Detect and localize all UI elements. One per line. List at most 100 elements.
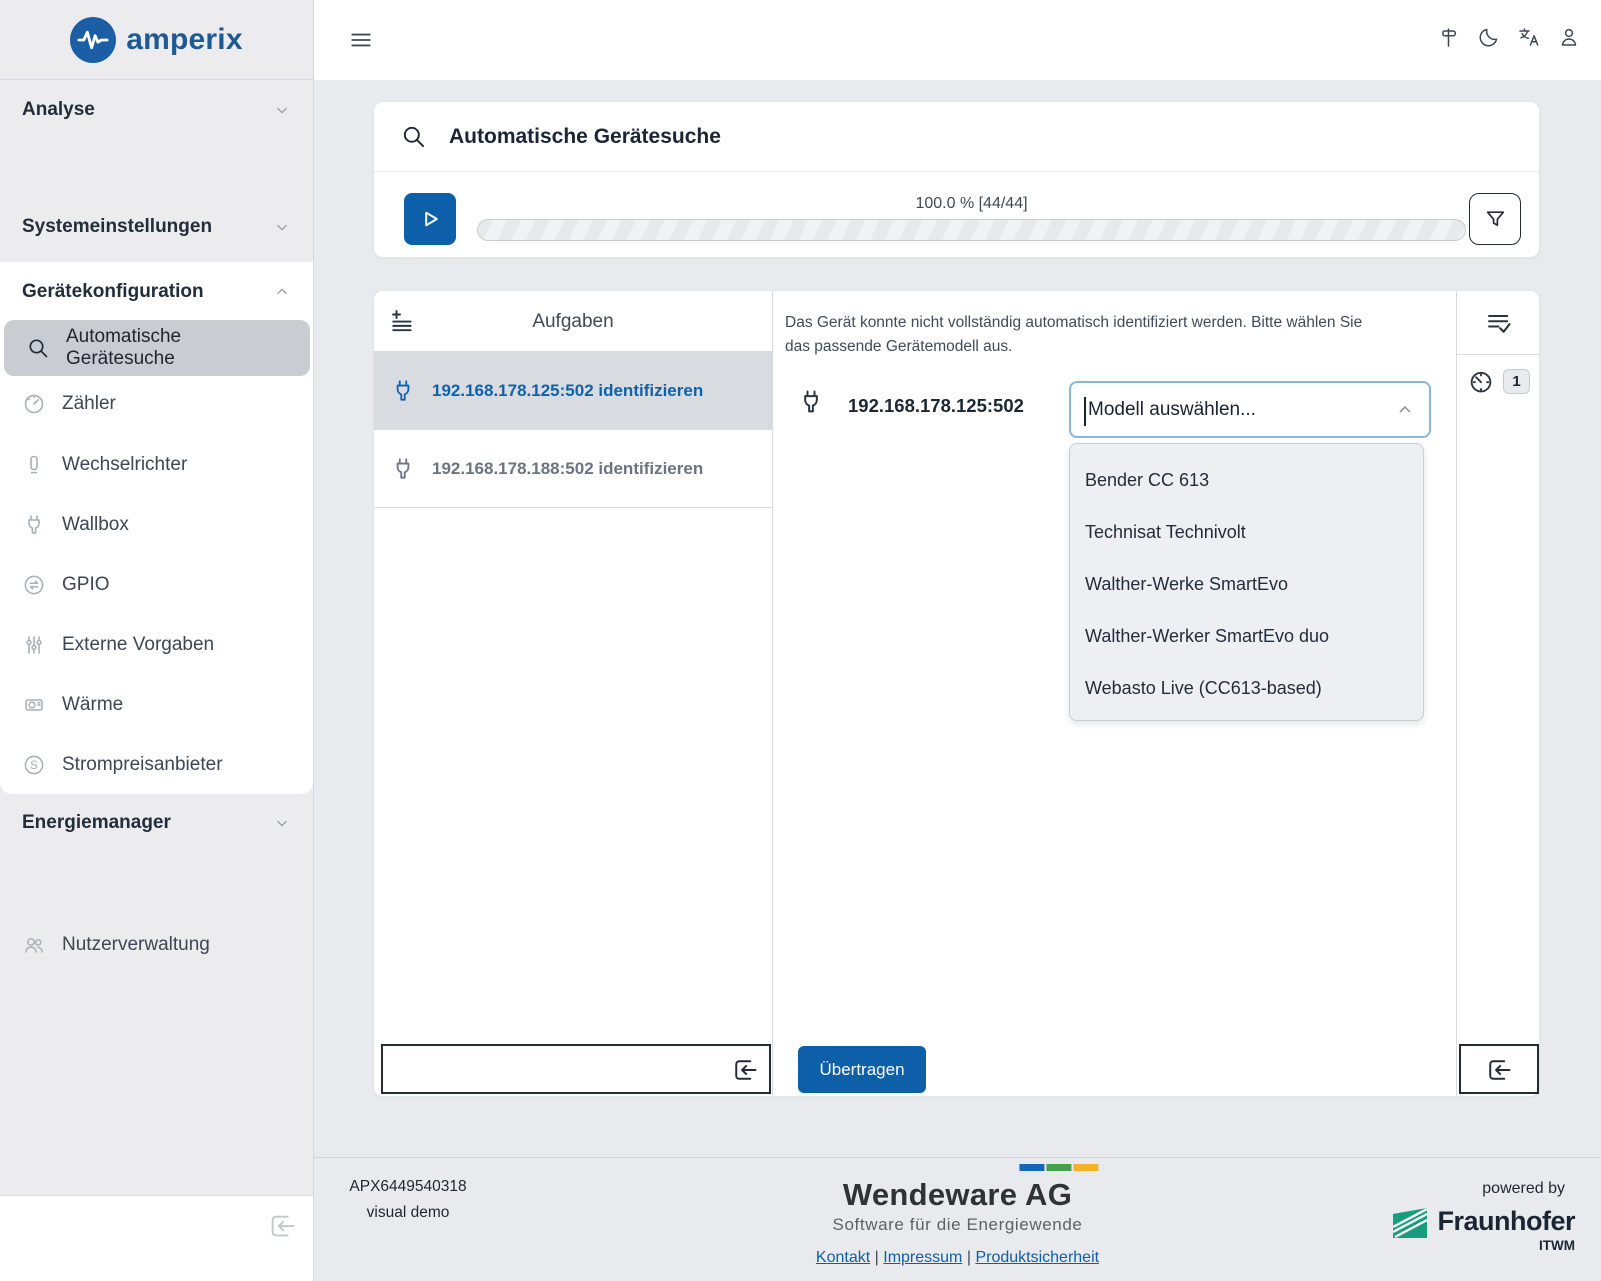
- sidebar-item-waerme[interactable]: Wärme: [0, 677, 313, 733]
- fraunhofer-wordmark: Fraunhofer: [1437, 1206, 1575, 1236]
- powered-by-block: powered by Fraunhofer ITWM: [1393, 1180, 1575, 1253]
- model-option-walther-werke-smartevo[interactable]: Walther-Werke SmartEvo: [1070, 558, 1423, 610]
- sidebar-item-label: Wärme: [62, 694, 123, 716]
- fraunhofer-institute: ITWM: [1437, 1238, 1575, 1253]
- sliders-icon: [22, 633, 46, 657]
- playlist-check-icon: [1485, 309, 1513, 337]
- chevron-up-icon: [273, 283, 291, 301]
- link-separator: |: [967, 1249, 971, 1266]
- sidebar-item-wallbox[interactable]: Wallbox: [0, 497, 313, 553]
- page-footer: APX6449540318 visual demo Wendeware AG S…: [314, 1157, 1601, 1281]
- add-task-icon[interactable]: [390, 308, 416, 334]
- collapse-tasks-panel-button[interactable]: [381, 1044, 771, 1094]
- plug-icon: [22, 513, 46, 537]
- identification-message: Das Gerät konnte nicht vollständig autom…: [785, 311, 1370, 359]
- collapse-sidebar-icon[interactable]: [267, 1211, 297, 1241]
- collapse-right-rail-button[interactable]: [1459, 1044, 1539, 1094]
- hamburger-menu-icon[interactable]: [348, 27, 374, 53]
- sidebar-item-label: Wallbox: [62, 514, 129, 536]
- device-serial-block: APX6449540318 visual demo: [338, 1174, 478, 1227]
- group-label: Analyse: [22, 99, 95, 121]
- inverter-icon: [22, 453, 46, 477]
- app-logo[interactable]: amperix: [0, 0, 313, 80]
- link-separator: |: [875, 1249, 879, 1266]
- dark-mode-moon-icon[interactable]: [1477, 25, 1501, 49]
- chevron-down-icon: [273, 218, 291, 236]
- sidebar-item-nutzerverwaltung[interactable]: Nutzerverwaltung: [0, 917, 313, 973]
- sidebar-group-geraetekonfiguration[interactable]: Gerätekonfiguration: [0, 268, 313, 316]
- model-option-walther-werker-smartevo-duo[interactable]: Walther-Werker SmartEvo duo: [1070, 610, 1423, 662]
- model-options-dropdown: Bender CC 613 Technisat Technivolt Walth…: [1069, 443, 1424, 721]
- logo-bar-green: [1046, 1164, 1071, 1171]
- wendeware-logo-bars: [816, 1164, 1099, 1171]
- translate-icon[interactable]: [1517, 25, 1541, 49]
- model-option-technisat-technivolt[interactable]: Technisat Technivolt: [1070, 506, 1423, 558]
- users-icon: [22, 933, 46, 957]
- sidebar-item-label: Zähler: [62, 393, 116, 415]
- chevron-up-icon: [1395, 400, 1415, 420]
- page-title: Automatische Gerätesuche: [449, 125, 721, 149]
- top-bar: [314, 0, 1601, 80]
- sidebar-item-wechselrichter[interactable]: Wechselrichter: [0, 437, 313, 493]
- sidebar-group-systemeinstellungen[interactable]: Systemeinstellungen: [0, 203, 313, 251]
- task-row-identify-188[interactable]: 192.168.178.188:502 identifizieren: [374, 430, 772, 508]
- group-label: Energiemanager: [22, 812, 171, 834]
- signpost-icon[interactable]: [1437, 25, 1461, 49]
- sidebar-group-analyse[interactable]: Analyse: [0, 86, 313, 134]
- sidebar-item-strompreisanbieter[interactable]: S Strompreisanbieter: [0, 737, 313, 793]
- device-address: 192.168.178.125:502: [848, 395, 1024, 417]
- demo-mode-label: visual demo: [338, 1200, 478, 1226]
- task-row-identify-125[interactable]: 192.168.178.125:502 identifizieren: [374, 352, 772, 430]
- sidebar-item-zaehler[interactable]: Zähler: [0, 376, 313, 432]
- logo-bar-blue: [1019, 1164, 1044, 1171]
- model-option-bender-cc-613[interactable]: Bender CC 613: [1070, 454, 1423, 506]
- chevron-down-icon: [273, 101, 291, 119]
- plug-icon: [390, 378, 416, 404]
- model-option-webasto-live[interactable]: Webasto Live (CC613-based): [1070, 662, 1423, 714]
- device-search-card: Automatische Gerätesuche 100.0 % [44/44]: [373, 101, 1540, 258]
- sidebar-item-label: Automatische Gerätesuche: [66, 326, 288, 370]
- group-label: Systemeinstellungen: [22, 216, 212, 238]
- sidebar-item-label: Strompreisanbieter: [62, 754, 223, 776]
- topbar-actions: [1437, 25, 1581, 49]
- impressum-link[interactable]: Impressum: [883, 1249, 962, 1266]
- plug-icon: [797, 388, 825, 416]
- sidebar-group-energiemanager[interactable]: Energiemanager: [0, 799, 313, 847]
- model-select-placeholder: Modell auswählen...: [1088, 383, 1256, 436]
- pending-tasks-tab[interactable]: 1: [1457, 355, 1540, 407]
- serial-number: APX6449540318: [338, 1174, 478, 1200]
- task-label: 192.168.178.125:502 identifizieren: [432, 381, 703, 401]
- pending-count-badge: 1: [1503, 369, 1530, 394]
- sidebar-footer: [0, 1195, 313, 1281]
- filter-button[interactable]: [1469, 193, 1521, 245]
- task-list-check-tab[interactable]: [1457, 291, 1540, 355]
- fraunhofer-mark-icon: [1393, 1208, 1427, 1238]
- sync-icon: [22, 573, 46, 597]
- svg-text:S: S: [30, 760, 38, 772]
- sidebar-item-gpio[interactable]: GPIO: [0, 557, 313, 613]
- sidebar-item-externe-vorgaben[interactable]: Externe Vorgaben: [0, 617, 313, 673]
- wendeware-brand-block: Wendeware AG Software für die Energiewen…: [816, 1164, 1099, 1267]
- sidebar-item-label: Externe Vorgaben: [62, 634, 214, 656]
- model-select-combobox[interactable]: Modell auswählen...: [1069, 381, 1431, 438]
- search-icon: [26, 336, 50, 360]
- tasks-panel: Aufgaben 192.168.178.125:502 identifizie…: [374, 291, 773, 1096]
- user-account-icon[interactable]: [1557, 25, 1581, 49]
- start-scan-button[interactable]: [404, 193, 456, 245]
- kontakt-link[interactable]: Kontakt: [816, 1249, 870, 1266]
- sidebar-item-automatische-geraetesuche[interactable]: Automatische Gerätesuche: [4, 320, 310, 376]
- task-workspace-card: Aufgaben 192.168.178.125:502 identifizie…: [373, 290, 1540, 1097]
- sidebar: amperix Analyse Systemeinstellungen Gerä…: [0, 0, 314, 1281]
- exit-left-icon: [731, 1056, 759, 1084]
- fraunhofer-logo: Fraunhofer ITWM: [1393, 1208, 1575, 1253]
- brand-name: Wendeware AG: [816, 1177, 1099, 1213]
- uebertragen-submit-button[interactable]: Übertragen: [798, 1046, 926, 1093]
- heat-pump-icon: [22, 693, 46, 717]
- footer-links: Kontakt | Impressum | Produktsicherheit: [816, 1249, 1099, 1267]
- produktsicherheit-link[interactable]: Produktsicherheit: [975, 1249, 1099, 1266]
- app-logo-text: amperix: [126, 23, 242, 57]
- powered-by-label: powered by: [1393, 1180, 1565, 1198]
- sidebar-item-label: GPIO: [62, 574, 110, 596]
- plug-icon: [390, 456, 416, 482]
- scan-progress-bar: [477, 219, 1466, 241]
